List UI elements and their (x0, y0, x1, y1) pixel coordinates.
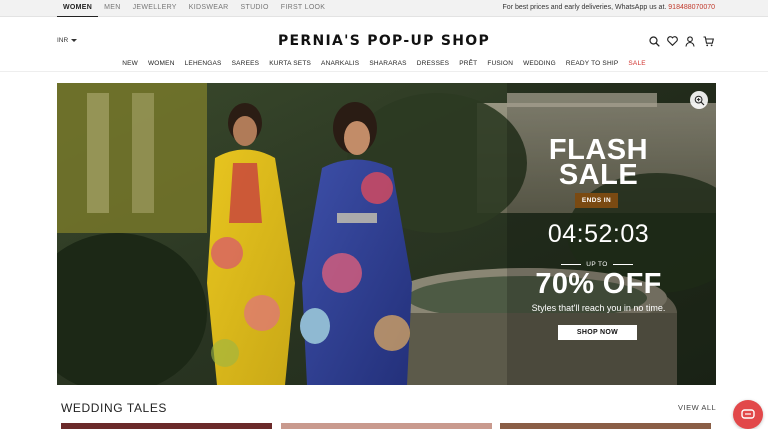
header-icons (648, 35, 714, 47)
cart-icon[interactable] (702, 35, 714, 47)
whatsapp-phone-link[interactable]: 918488070070 (668, 4, 715, 11)
flash-title-line2: SALE (558, 159, 639, 191)
tab-men[interactable]: MEN (98, 0, 126, 17)
nav-item-dresses[interactable]: DRESSES (412, 60, 454, 67)
nav-item-new[interactable]: NEW (117, 60, 143, 67)
chat-button[interactable] (733, 400, 763, 429)
tab-jewellery[interactable]: JEWELLERY (127, 0, 183, 17)
flash-sale-heading: FLASH SALE (519, 136, 678, 191)
nav-item-women[interactable]: WOMEN (143, 60, 180, 67)
tab-women[interactable]: WOMEN (57, 0, 99, 17)
section-title: WEDDING TALES (61, 401, 168, 415)
nav-item-sarees[interactable]: SAREES (227, 60, 265, 67)
tab-kidswear[interactable]: KIDSWEAR (183, 0, 235, 17)
view-all-link[interactable]: VIEW ALL (678, 403, 716, 412)
nav-item-sale[interactable]: SALE (623, 60, 650, 67)
user-icon[interactable] (684, 35, 696, 47)
banner-tagline: Styles that'll reach you in no time. (531, 303, 666, 313)
search-icon[interactable] (648, 35, 660, 47)
category-tabs: WOMEN MEN JEWELLERY KIDSWEAR STUDIO FIRS… (57, 0, 331, 17)
site-header: INR PERNIA'S POP-UP SHOP NEW WOMEN LEHEN… (0, 17, 768, 72)
flash-sale-banner[interactable]: FLASH SALE ENDS IN 04:52:03 UP TO 70% OF… (57, 83, 716, 385)
whatsapp-promo: For best prices and early deliveries, Wh… (503, 0, 715, 17)
nav-item-pret[interactable]: PRÊT (454, 60, 482, 67)
chat-icon (741, 408, 755, 419)
tab-studio[interactable]: STUDIO (235, 0, 275, 17)
wedding-tale-card[interactable] (500, 423, 711, 429)
nav-item-lehengas[interactable]: LEHENGAS (180, 60, 227, 67)
heart-icon[interactable] (666, 35, 678, 47)
wedding-tale-card[interactable] (61, 423, 272, 429)
nav-item-fusion[interactable]: FUSION (482, 60, 518, 67)
nav-item-kurta-sets[interactable]: KURTA SETS (264, 60, 316, 67)
promo-text: For best prices and early deliveries, Wh… (502, 4, 667, 11)
divider-line (561, 263, 582, 265)
ends-in-badge: ENDS IN (575, 193, 618, 208)
wedding-tale-card[interactable] (281, 423, 492, 429)
nav-item-ready-to-ship[interactable]: READY TO SHIP (561, 60, 623, 67)
divider-line (612, 263, 633, 265)
nav-item-anarkalis[interactable]: ANARKALIS (316, 60, 364, 67)
discount-text: 70% OFF (535, 268, 662, 300)
nav-item-wedding[interactable]: WEDDING (518, 60, 561, 67)
main-nav: NEW WOMEN LEHENGAS SAREES KURTA SETS ANA… (0, 60, 768, 67)
shop-now-button[interactable]: SHOP NOW (558, 325, 637, 340)
zoom-in-icon[interactable] (690, 91, 708, 109)
tab-first-look[interactable]: FIRST LOOK (275, 0, 332, 17)
up-to-text: UP TO (586, 260, 608, 268)
countdown-timer: 04:52:03 (547, 220, 650, 248)
nav-item-shararas[interactable]: SHARARAS (364, 60, 411, 67)
top-bar: WOMEN MEN JEWELLERY KIDSWEAR STUDIO FIRS… (0, 0, 768, 17)
